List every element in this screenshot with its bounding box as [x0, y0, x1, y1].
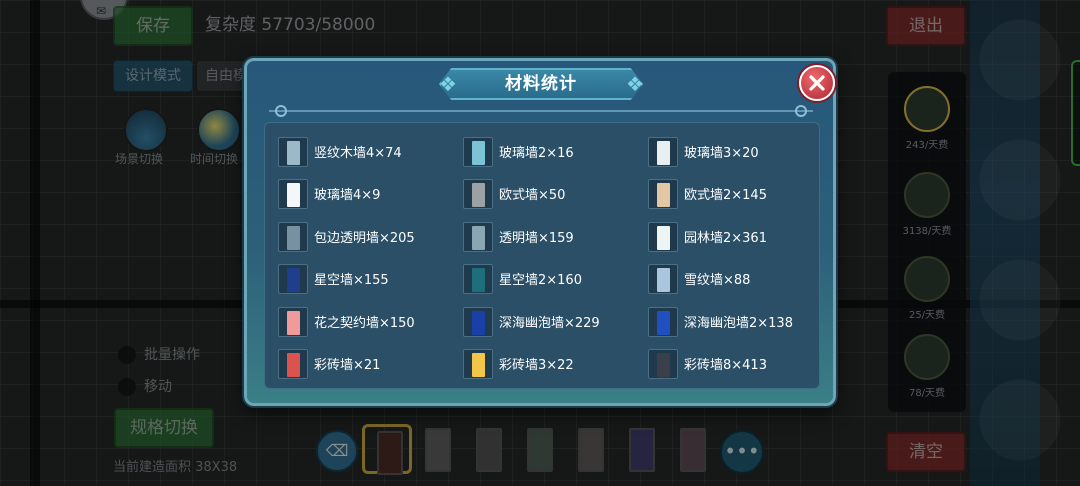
material-label: 玻璃墙4×9 — [314, 188, 381, 204]
material-item: 深海幽泡墙2×138 — [648, 306, 828, 343]
material-item: 彩砖墙3×22 — [463, 349, 643, 385]
material-label: 星空墙×155 — [314, 273, 389, 289]
material-item: 玻璃墙4×9 — [278, 179, 458, 215]
material-label: 雪纹墙×88 — [684, 273, 751, 289]
swatch-fill — [657, 353, 670, 377]
material-item: 星空墙2×160 — [463, 264, 643, 300]
material-label: 透明墙×159 — [499, 230, 574, 246]
wall-swatch-icon — [463, 349, 493, 379]
wall-swatch-icon — [278, 264, 308, 295]
swatch-fill — [472, 225, 485, 250]
material-label: 欧式墙×50 — [499, 188, 566, 204]
swatch-fill — [472, 183, 485, 208]
title-divider — [269, 110, 813, 112]
material-label: 深海幽泡墙2×138 — [684, 315, 793, 331]
swatch-fill — [287, 268, 300, 293]
material-item: 彩砖墙8×413 — [648, 349, 828, 385]
swatch-fill — [287, 310, 300, 335]
wall-swatch-icon — [648, 221, 678, 252]
swatch-fill — [472, 268, 485, 293]
swatch-fill — [472, 353, 485, 377]
material-label: 竖纹木墙4×74 — [314, 146, 402, 161]
wall-swatch-icon — [463, 179, 493, 210]
material-item: 欧式墙×50 — [463, 179, 643, 215]
swatch-fill — [472, 141, 485, 165]
wall-swatch-icon — [278, 306, 308, 337]
swatch-fill — [657, 183, 670, 208]
swatch-fill — [657, 141, 670, 165]
material-item: 玻璃墙3×20 — [648, 137, 828, 173]
material-list: 竖纹木墙4×74 玻璃墙2×16 玻璃墙3×20 玻璃墙4×9 欧式墙×50 欧式墙2×1… — [264, 122, 820, 389]
material-item: 园林墙2×361 — [648, 221, 828, 258]
material-item: 欧式墙2×145 — [648, 179, 828, 215]
material-item: 雪纹墙×88 — [648, 264, 828, 300]
material-label: 深海幽泡墙×229 — [499, 315, 600, 331]
wall-swatch-icon — [463, 306, 493, 337]
swatch-fill — [287, 141, 300, 165]
material-item: 玻璃墙2×16 — [463, 137, 643, 173]
wall-swatch-icon — [278, 221, 308, 252]
material-item: 深海幽泡墙×229 — [463, 306, 643, 343]
swatch-fill — [657, 225, 670, 250]
divider-ornament-icon — [795, 105, 807, 117]
divider-ornament-icon — [275, 105, 287, 117]
wall-swatch-icon — [648, 306, 678, 337]
close-button[interactable] — [799, 65, 835, 101]
material-item: 包边透明墙×205 — [278, 221, 458, 258]
material-label: 玻璃墙3×20 — [684, 146, 759, 161]
wall-swatch-icon — [278, 179, 308, 210]
material-label: 彩砖墙3×22 — [499, 358, 574, 373]
material-label: 园林墙2×361 — [684, 230, 767, 246]
swatch-fill — [287, 353, 300, 377]
close-icon — [809, 75, 825, 91]
material-label: 星空墙2×160 — [499, 273, 582, 289]
material-item: 彩砖墙×21 — [278, 349, 458, 385]
wall-swatch-icon — [463, 137, 493, 167]
wall-swatch-icon — [648, 179, 678, 210]
swatch-fill — [287, 183, 300, 208]
swatch-fill — [657, 268, 670, 293]
wall-swatch-icon — [648, 349, 678, 379]
material-item: 竖纹木墙4×74 — [278, 137, 458, 173]
material-item: 透明墙×159 — [463, 221, 643, 258]
dialog-title: 材料统计 — [505, 74, 577, 94]
wall-swatch-icon — [463, 264, 493, 295]
wall-swatch-icon — [278, 137, 308, 167]
wall-swatch-icon — [648, 137, 678, 167]
swatch-fill — [287, 225, 300, 250]
material-item: 花之契约墙×150 — [278, 306, 458, 343]
material-label: 彩砖墙8×413 — [684, 358, 767, 373]
material-label: 花之契约墙×150 — [314, 315, 415, 331]
wall-swatch-icon — [463, 221, 493, 252]
material-item: 星空墙×155 — [278, 264, 458, 300]
material-label: 欧式墙2×145 — [684, 188, 767, 204]
material-label: 玻璃墙2×16 — [499, 146, 574, 161]
wall-swatch-icon — [648, 264, 678, 295]
wall-swatch-icon — [278, 349, 308, 379]
swatch-fill — [657, 310, 670, 335]
material-label: 彩砖墙×21 — [314, 358, 381, 373]
swatch-fill — [472, 310, 485, 335]
material-stats-dialog: ❖ ❖ 材料统计 竖纹木墙4×74 玻璃墙2×16 玻璃墙3×20 玻璃墙4×9 欧式墙… — [244, 58, 836, 406]
material-label: 包边透明墙×205 — [314, 230, 415, 246]
